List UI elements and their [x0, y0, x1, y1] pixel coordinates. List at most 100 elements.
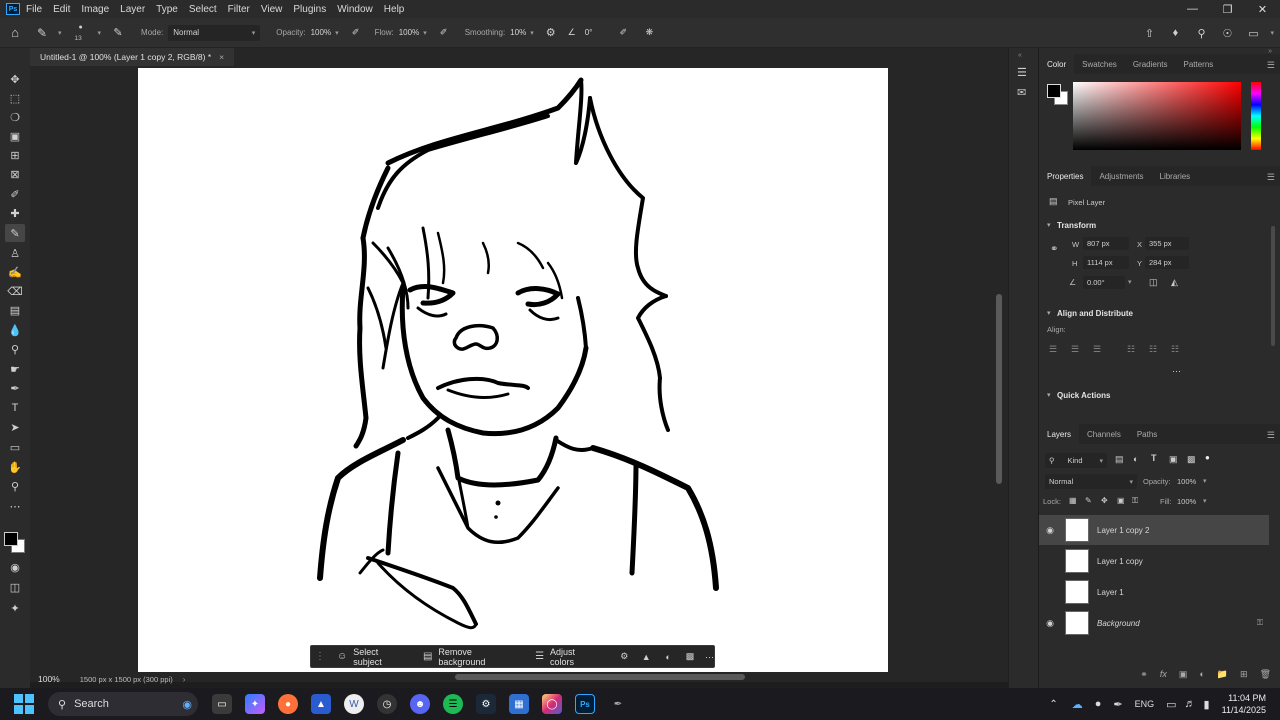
filter-adjustment-icon[interactable]: ◐: [1133, 454, 1138, 464]
layer-name[interactable]: Layer 1: [1097, 588, 1124, 597]
chevron-down-icon[interactable]: ▾: [98, 29, 102, 37]
pen-icon[interactable]: ✒: [1113, 698, 1122, 711]
layer-row[interactable]: ◉ Layer 1 copy 2: [1039, 515, 1269, 545]
color-picker-field[interactable]: [1073, 82, 1241, 150]
app-icon[interactable]: ▲: [311, 694, 331, 714]
gear-icon[interactable]: ⚙: [540, 26, 562, 39]
history-icon[interactable]: ☰: [1017, 66, 1027, 79]
eraser-tool-icon[interactable]: ⌫: [5, 282, 25, 300]
layer-opacity-input[interactable]: 100%: [1177, 477, 1196, 486]
link-icon[interactable]: ⚭: [1050, 244, 1058, 255]
gradient-tool-icon[interactable]: ▤: [5, 301, 25, 319]
quick-actions-heading[interactable]: Quick Actions: [1057, 391, 1111, 400]
healing-brush-tool-icon[interactable]: ✚: [5, 204, 25, 222]
close-window-button[interactable]: ✕: [1245, 0, 1280, 18]
microphone-icon[interactable]: ●: [1095, 698, 1102, 710]
smudge-tool-icon[interactable]: ☛: [5, 360, 25, 378]
menu-plugins[interactable]: Plugins: [293, 4, 326, 15]
generative-icon[interactable]: ✦: [5, 599, 25, 617]
zoom-tool-icon[interactable]: ⚲: [5, 477, 25, 495]
layer-row[interactable]: Layer 1 copy: [1039, 546, 1269, 576]
angle-input[interactable]: 0.00°: [1083, 276, 1125, 289]
layer-name[interactable]: Background: [1097, 619, 1140, 628]
chevron-down-icon[interactable]: ▾: [1203, 497, 1207, 505]
symmetry-icon[interactable]: ❋: [638, 27, 660, 38]
layer-style-icon[interactable]: fx: [1160, 669, 1167, 679]
tab-patterns[interactable]: Patterns: [1176, 54, 1222, 74]
spotify-icon[interactable]: ☰: [443, 694, 463, 714]
tab-properties[interactable]: Properties: [1039, 166, 1092, 186]
panel-menu-icon[interactable]: ☰: [1267, 60, 1275, 71]
steam-icon[interactable]: ⚙: [476, 694, 496, 714]
tab-channels[interactable]: Channels: [1079, 424, 1129, 444]
path-selection-tool-icon[interactable]: ➤: [5, 418, 25, 436]
pen-tool-icon[interactable]: ✒: [5, 379, 25, 397]
angle-input[interactable]: 0°: [585, 28, 593, 37]
document-info[interactable]: 1500 px x 1500 px (300 ppi): [80, 675, 173, 684]
filter-smart-object-icon[interactable]: ▩: [1187, 454, 1196, 465]
menu-help[interactable]: Help: [384, 4, 405, 15]
search-icon[interactable]: ⚲: [1188, 27, 1214, 40]
maximize-button[interactable]: ❐: [1210, 0, 1245, 18]
properties-scrollbar[interactable]: [1271, 226, 1275, 346]
windows-start-button[interactable]: [14, 694, 34, 714]
menu-select[interactable]: Select: [189, 4, 217, 15]
chevron-down-icon[interactable]: ▾: [1047, 221, 1051, 229]
drag-handle-icon[interactable]: ⋮: [315, 651, 325, 662]
type-tool-icon[interactable]: T: [5, 399, 25, 417]
more-options-button[interactable]: ···: [705, 652, 714, 662]
app-clock-icon[interactable]: ◷: [377, 694, 397, 714]
chevron-down-icon[interactable]: ▾: [1128, 278, 1132, 286]
flow-input[interactable]: 100%: [399, 28, 419, 37]
blend-mode-select[interactable]: Normal ▾: [1045, 474, 1137, 489]
chevron-down-icon[interactable]: ▾: [423, 29, 427, 37]
y-input[interactable]: 284 px: [1145, 256, 1189, 269]
menu-filter[interactable]: Filter: [228, 4, 250, 15]
delete-layer-icon[interactable]: 🗑: [1260, 669, 1271, 680]
fill-input[interactable]: 100%: [1177, 497, 1196, 506]
chevron-up-icon[interactable]: ⌃: [1049, 699, 1057, 710]
link-layers-icon[interactable]: ⚭: [1140, 669, 1148, 680]
filter-type-icon[interactable]: T: [1151, 453, 1157, 463]
new-layer-icon[interactable]: ⊞: [1240, 669, 1248, 680]
eyedropper-tool-icon[interactable]: ✐: [5, 185, 25, 203]
volume-icon[interactable]: ♬: [1185, 698, 1196, 710]
align-right-icon[interactable]: ☰: [1093, 344, 1101, 355]
collapse-icon[interactable]: «: [1018, 52, 1022, 59]
foreground-color-swatch[interactable]: [1047, 84, 1061, 98]
home-icon[interactable]: ⌂: [0, 25, 30, 40]
copilot-icon[interactable]: ✦: [245, 694, 265, 714]
brush-size-picker[interactable]: ● 13: [70, 19, 94, 47]
align-top-icon[interactable]: ☷: [1127, 344, 1135, 355]
layer-row[interactable]: Layer 1: [1039, 577, 1269, 607]
more-align-options[interactable]: ···: [1172, 366, 1181, 376]
marquee-tool-icon[interactable]: ⬚: [5, 89, 25, 107]
tab-gradients[interactable]: Gradients: [1125, 54, 1176, 74]
battery-icon[interactable]: ▮: [1204, 698, 1210, 711]
hue-slider[interactable]: [1251, 82, 1261, 150]
close-tab-icon[interactable]: ×: [219, 52, 224, 62]
x-input[interactable]: 355 px: [1145, 237, 1189, 250]
chevron-down-icon[interactable]: ▾: [530, 29, 534, 37]
brush-settings-icon[interactable]: ✎: [107, 26, 129, 39]
align-bottom-icon[interactable]: ☷: [1171, 344, 1179, 355]
taskbar-search-box[interactable]: ⚲ Search ◉: [48, 692, 198, 716]
adjustment-layer-icon[interactable]: ◐: [1199, 669, 1204, 679]
adjust-colors-button[interactable]: ☰ Adjust colors: [535, 647, 601, 667]
mode-select[interactable]: Normal ▾: [168, 24, 261, 41]
document-canvas[interactable]: [138, 68, 888, 672]
screen-mode-icon[interactable]: ◫: [5, 578, 25, 596]
rectangle-tool-icon[interactable]: ▭: [5, 438, 25, 456]
app-w-icon[interactable]: W: [344, 694, 364, 714]
microsoft-store-icon[interactable]: ▦: [509, 694, 529, 714]
tab-swatches[interactable]: Swatches: [1074, 54, 1125, 74]
tab-layers[interactable]: Layers: [1039, 424, 1080, 444]
pressure-size-icon[interactable]: ✐: [612, 27, 634, 38]
airbrush-icon[interactable]: ✐: [433, 27, 455, 38]
layer-row[interactable]: ◉ Background ⚿: [1039, 608, 1269, 638]
menu-type[interactable]: Type: [156, 4, 178, 15]
align-middle-icon[interactable]: ☷: [1149, 344, 1157, 355]
opacity-input[interactable]: 100%: [311, 28, 331, 37]
chevron-right-icon[interactable]: ›: [183, 675, 186, 684]
chevron-down-icon[interactable]: ▾: [1047, 391, 1051, 399]
